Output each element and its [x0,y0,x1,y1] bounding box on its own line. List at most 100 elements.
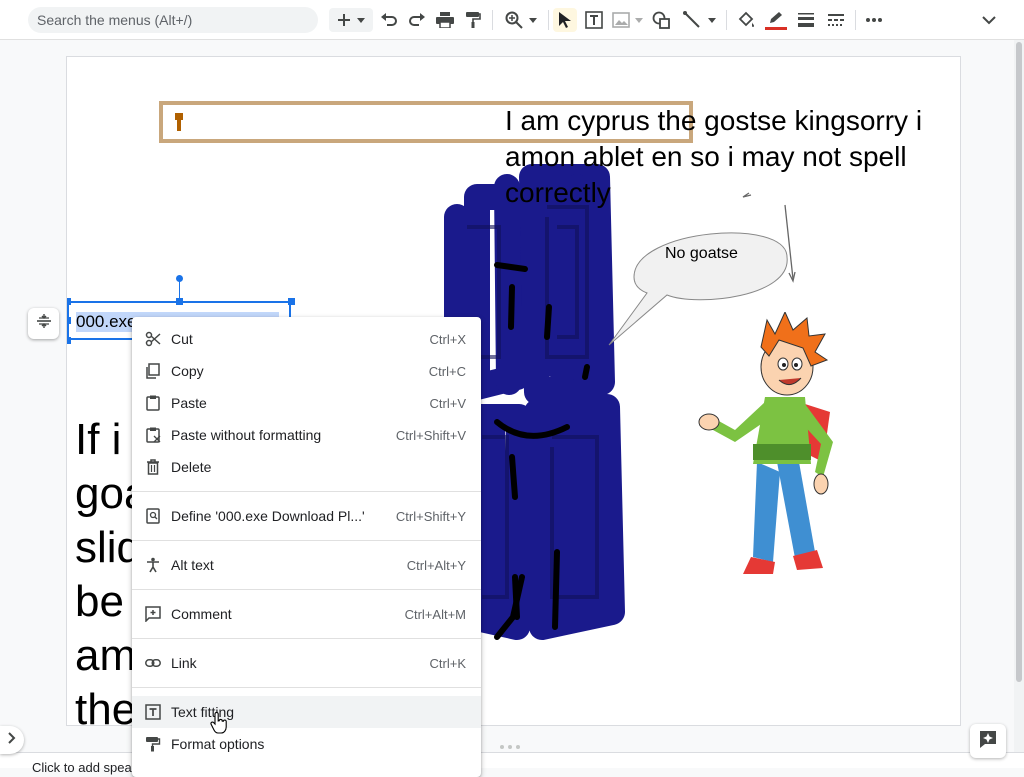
redo-button[interactable] [406,8,428,32]
zoom-in-icon [505,11,523,29]
menu-divider [132,638,481,639]
rotation-line [179,281,180,299]
menu-item-shortcut: Ctrl+K [429,655,466,671]
chevron-down-icon [529,17,537,23]
cyprus-text-box[interactable]: I am cyprus the gostse kingsorry i amon … [505,103,955,211]
explore-button[interactable] [970,724,1006,758]
shape-button[interactable] [650,8,672,32]
menu-divider [132,491,481,492]
speech-bubble-text: No goatse [665,245,738,262]
menu-item-label: Alt text [171,557,214,573]
undo-button[interactable] [378,8,400,32]
border-weight-icon [798,13,814,27]
menu-item-alt-text[interactable]: Alt text Ctrl+Alt+Y [132,549,481,581]
hand-pointer-cursor [210,712,227,734]
paint-format-button[interactable] [462,8,484,32]
menu-item-shortcut: Ctrl+C [428,363,466,379]
border-weight-button[interactable] [795,8,817,32]
resize-handle[interactable] [67,317,71,324]
menu-divider [132,540,481,541]
menu-divider [132,687,481,688]
menu-item-paste[interactable]: Paste Ctrl+V [132,387,481,419]
notes-resize-handle[interactable] [500,745,524,749]
menu-item-label: Paste without formatting [171,427,322,443]
scissors-icon [145,331,161,347]
paint-bucket-icon [737,11,755,29]
menu-item-shortcut: Ctrl+V [429,395,466,411]
menu-item-comment[interactable]: Comment Ctrl+Alt+M [132,598,481,630]
collapse-toolbar-button[interactable] [978,8,1000,32]
text-box-icon [585,11,603,29]
fill-color-button[interactable] [735,8,757,32]
divider [492,10,493,30]
zoom-button[interactable] [501,8,541,32]
chevron-down-icon [982,15,996,25]
menu-item-label: Define '000.exe Download Pl...' [171,508,365,524]
menu-item-copy[interactable]: Copy Ctrl+C [132,355,481,387]
resize-handle[interactable] [67,337,71,344]
chevron-right-icon [8,731,16,749]
menu-item-label: Paste [171,395,207,411]
menu-item-text-fitting[interactable]: Text fitting [132,696,481,728]
text-box-button[interactable] [583,8,605,32]
accessibility-icon [145,557,161,573]
new-slide-button[interactable] [329,8,373,32]
link-icon [145,655,161,671]
divider [726,10,727,30]
border-color-button[interactable] [764,8,788,32]
menu-item-format-options[interactable]: Format options [132,728,481,760]
menu-item-define[interactable]: Define '000.exe Download Pl...' Ctrl+Shi… [132,500,481,532]
line-button[interactable] [680,8,718,32]
image-icon [611,12,630,28]
line-icon [682,11,701,29]
divider [548,10,549,30]
menu-item-label: Cut [171,331,193,347]
menu-item-shortcut: Ctrl+Alt+Y [406,557,466,573]
select-tool-button[interactable] [553,8,577,32]
border-dash-button[interactable] [825,8,847,32]
scrollbar-thumb[interactable] [1016,42,1022,682]
cursor-arrow-icon [558,11,572,29]
resize-handle[interactable] [176,298,183,305]
plus-icon [337,13,351,27]
undo-icon [380,13,398,27]
resize-handle[interactable] [67,298,71,305]
menu-item-shortcut: Ctrl+X [429,331,466,347]
search-menus-input[interactable]: Search the menus (Alt+/) [28,7,318,33]
rotate-handle[interactable] [176,275,183,282]
text-fitting-icon [145,704,161,720]
vertical-align-button[interactable] [28,308,59,339]
toolbar: Search the menus (Alt+/) [0,0,1024,40]
chevron-down-icon [707,17,716,23]
chevron-down-icon [357,17,365,23]
menu-item-label: Copy [171,363,204,379]
context-menu: Cut Ctrl+X Copy Ctrl+C Paste Ctrl+V Past… [132,317,481,777]
print-icon [436,12,454,28]
resize-handle[interactable] [288,298,295,305]
insert-image-button[interactable] [610,8,644,32]
redo-icon [408,13,426,27]
clipboard-icon [145,395,161,411]
explore-sparkle-icon [979,730,997,753]
format-paint-icon [145,736,161,752]
trash-icon [145,459,161,475]
menu-item-link[interactable]: Link Ctrl+K [132,647,481,679]
more-options-button[interactable] [863,8,885,32]
copy-icon [145,363,161,379]
menu-item-label: Link [171,655,197,671]
vertical-scrollbar[interactable] [1014,40,1024,752]
menu-item-label: Format options [171,736,265,752]
cartoon-boy-image[interactable] [695,312,851,597]
menu-item-shortcut: Ctrl+Shift+Y [395,508,466,524]
menu-item-label: Delete [171,459,212,475]
border-dash-icon [828,13,844,27]
arrow-lines [742,192,796,283]
chevron-down-icon [634,17,643,23]
menu-item-shortcut: Ctrl+Shift+V [395,427,466,443]
pencil-icon [768,11,784,25]
print-button[interactable] [434,8,456,32]
menu-item-cut[interactable]: Cut Ctrl+X [132,323,481,355]
menu-item-paste-without-formatting[interactable]: Paste without formatting Ctrl+Shift+V [132,419,481,451]
menu-item-delete[interactable]: Delete [132,451,481,483]
paint-format-icon [465,11,481,29]
